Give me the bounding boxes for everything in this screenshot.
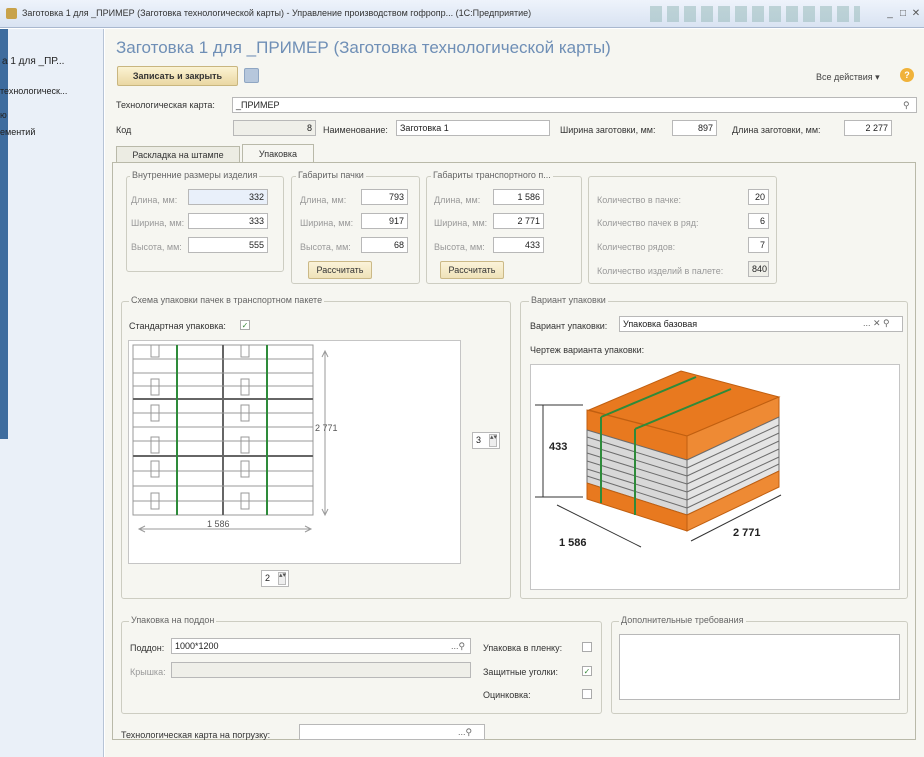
transport-width-field[interactable]: 2 771 [493,213,544,229]
sidebar-item-comp[interactable]: ементий [0,127,35,137]
inner-height-label: Высота, мм: [131,242,182,252]
transport-length-field[interactable]: 1 586 [493,189,544,205]
inner-width-field[interactable]: 333 [188,213,268,229]
drawing-dim-height: 433 [549,441,568,453]
save-icon[interactable] [244,68,259,83]
standard-pack-checkbox[interactable]: ✓ [240,320,250,330]
extra-title: Дополнительные требования [619,615,746,625]
inner-height-field[interactable]: 555 [188,237,268,253]
sidebar-item-current[interactable]: а 1 для _ПР... [2,56,64,67]
film-label: Упаковка в пленку: [483,643,563,653]
sidebar-item-y[interactable]: ю [0,110,7,120]
name-label: Наименование: [323,125,388,135]
transport-height-field[interactable]: 433 [493,237,544,253]
load-card-buttons[interactable]: ...⚲ [458,727,473,738]
form-title: Заготовка 1 для _ПРИМЕР (Заготовка техно… [116,38,611,57]
pack-height-label: Высота, мм: [300,242,351,252]
count-in-pack-field[interactable]: 20 [748,189,769,205]
variant-field[interactable]: Упаковка базовая [619,316,903,332]
extra-textarea[interactable] [619,634,900,700]
pallet-field[interactable]: 1000*1200 [171,638,471,654]
drawing-dim-length: 1 586 [559,537,587,549]
inner-length-field[interactable]: 332 [188,189,268,205]
sidebar-item-tech[interactable]: технологическ... [0,86,67,96]
pallet-title: Упаковка на поддон [129,615,217,625]
width-label: Ширина заготовки, мм: [560,125,656,135]
pack-calc-button[interactable]: Рассчитать [308,261,372,279]
transport-length-label: Длина, мм: [434,195,481,205]
load-card-label: Технологическая карта на погрузку: [121,730,271,740]
scheme-dim-horizontal: 1 586 [207,519,230,529]
tech-card-field[interactable]: _ПРИМЕР [232,97,917,113]
close-icon[interactable]: ✕ [910,8,922,20]
lid-field[interactable] [171,662,471,678]
inner-width-label: Ширина, мм: [131,218,185,228]
help-icon[interactable]: ? [900,68,914,82]
pallet-scheme-drawing [132,344,329,533]
save-close-button[interactable]: Записать и закрыть [117,66,238,86]
inner-dims-title: Внутренние размеры изделия [130,170,260,180]
corners-label: Защитные уголки: [483,667,559,677]
length-label: Длина заготовки, мм: [732,125,821,135]
pack-height-field[interactable]: 68 [361,237,408,253]
count-per-row-field[interactable]: 6 [748,213,769,229]
code-field[interactable]: 8 [233,120,316,136]
count-in-pack-label: Количество в пачке: [597,195,682,205]
variant-title: Вариант упаковки [529,295,608,305]
pallet-label: Поддон: [130,643,165,653]
count-rows-label: Количество рядов: [597,242,676,252]
pack-width-label: Ширина, мм: [300,218,354,228]
spin-bottom-arrows[interactable]: ▴▾ [278,572,286,585]
pack-length-label: Длина, мм: [300,195,347,205]
pallet-3d-drawing [535,370,782,548]
tech-card-label: Технологическая карта: [116,100,215,110]
search-icon[interactable]: ⚲ [903,100,910,111]
scheme-dim-vertical: 2 771 [315,423,338,433]
transport-height-label: Высота, мм: [434,242,485,252]
name-field[interactable]: Заготовка 1 [396,120,550,136]
corners-checkbox[interactable]: ✓ [582,666,592,676]
transport-width-label: Ширина, мм: [434,218,488,228]
count-rows-field[interactable]: 7 [748,237,769,253]
scheme-title: Схема упаковки пачек в транспортном паке… [129,295,325,305]
pack-length-field[interactable]: 793 [361,189,408,205]
minimize-icon[interactable]: _ [884,8,896,20]
drawing-label: Чертеж варианта упаковки: [530,345,645,355]
pack-dims-title: Габариты пачки [296,170,366,180]
drawing-dim-width: 2 771 [733,527,761,539]
spin-right-arrows[interactable]: ▴▾ [489,434,497,447]
window-title: Заготовка 1 для _ПРИМЕР (Заготовка техно… [22,8,532,18]
banding-checkbox[interactable] [582,689,592,699]
toolbar-icons [650,6,860,22]
pack-width-field[interactable]: 917 [361,213,408,229]
drawing-canvas: 433 1 586 2 771 [530,364,900,590]
count-pallet-label: Количество изделий в палете: [597,266,724,276]
transport-dims-title: Габариты транспортного п... [431,170,553,180]
count-per-row-label: Количество пачек в ряд: [597,218,699,228]
sidebar: а 1 для _ПР... технологическ... ю ементи… [0,29,104,757]
scheme-canvas: 2 771 1 586 [128,340,461,564]
variant-field-buttons[interactable]: ... ✕ ⚲ [863,318,890,329]
all-actions-menu[interactable]: Все действия ▾ [816,72,880,83]
standard-pack-label: Стандартная упаковка: [129,321,226,331]
width-field[interactable]: 897 [672,120,717,136]
film-checkbox[interactable] [582,642,592,652]
transport-calc-button[interactable]: Рассчитать [440,261,504,279]
banding-label: Оцинковка: [483,690,531,700]
window-titlebar: Заготовка 1 для _ПРИМЕР (Заготовка техно… [0,0,924,28]
maximize-icon[interactable]: □ [897,8,909,20]
length-field[interactable]: 2 277 [844,120,892,136]
variant-label: Вариант упаковки: [530,321,608,331]
app-icon [6,8,17,19]
count-pallet-field[interactable]: 840 [748,261,769,277]
tab-packing[interactable]: Упаковка [242,144,314,163]
tab-stamp-layout[interactable]: Раскладка на штампе [116,146,240,163]
pallet-field-buttons[interactable]: ...⚲ [451,641,466,652]
lid-label: Крышка: [130,667,166,677]
inner-length-label: Длина, мм: [131,195,178,205]
code-label: Код [116,125,132,135]
